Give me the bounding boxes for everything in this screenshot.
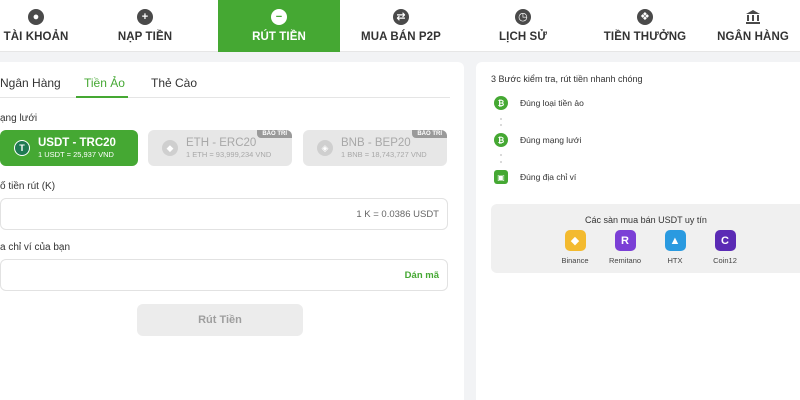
nav-tab-withdraw[interactable]: − RÚT TIỀN	[218, 0, 340, 52]
exchange-htx[interactable]: ▲ HTX	[655, 230, 695, 265]
gift-icon: ❖	[637, 9, 653, 25]
conversion-hint: 1 K = 0.0386 USDT	[356, 209, 439, 220]
exchange-name: Binance	[561, 256, 589, 265]
withdraw-submit-button[interactable]: Rút Tiền	[137, 304, 303, 336]
step-text: Đúng loại tiền ảo	[520, 98, 584, 108]
exchange-list-card: Các sàn mua bán USDT uy tín ◆ Binance R …	[491, 204, 800, 273]
nav-tab-history[interactable]: ◷ LỊCH SỬ	[462, 0, 584, 52]
steps-title: 3 Bước kiểm tra, rút tiền nhanh chóng	[491, 74, 643, 84]
nav-tab-label: MUA BÁN P2P	[361, 31, 441, 43]
exchange-name: Coin12	[713, 256, 737, 265]
tab-card[interactable]: Thẻ Cào	[151, 76, 197, 90]
network-option-usdt-trc20[interactable]: T USDT - TRC20 1 USDT = 25,937 VND	[0, 130, 138, 166]
plus-circle-icon: +	[137, 9, 153, 25]
exchange-list-title: Các sàn mua bán USDT uy tín	[585, 215, 707, 225]
nav-tab-deposit[interactable]: + NẠP TIỀN	[72, 0, 218, 52]
user-circle-icon: ●	[28, 9, 44, 25]
network-rate: 1 BNB = 18,743,727 VND	[341, 149, 427, 159]
wallet-check-icon: ▣	[494, 170, 508, 184]
bnb-icon: ◈	[317, 140, 333, 156]
amount-input[interactable]: 1 K = 0.0386 USDT	[0, 198, 448, 230]
step-connector	[500, 118, 502, 120]
top-nav: ● TÀI KHOẢN + NẠP TIỀN − RÚT TIỀN ⇄ MUA …	[0, 0, 800, 52]
ethereum-icon: ◆	[162, 140, 178, 156]
nav-tab-label: LỊCH SỬ	[499, 31, 547, 43]
clock-icon: ◷	[515, 9, 531, 25]
htx-logo-icon: ▲	[664, 230, 686, 251]
tab-crypto[interactable]: Tiền Ảo	[84, 76, 125, 90]
nav-tab-bonus[interactable]: ❖ TIỀN THƯỞNG	[584, 0, 706, 52]
nav-tab-label: NẠP TIỀN	[117, 31, 173, 43]
bank-icon	[745, 9, 761, 25]
amount-label: ố tiền rút (K)	[0, 181, 56, 192]
step-text: Đúng địa chỉ ví	[520, 172, 577, 182]
tether-icon: T	[14, 140, 30, 156]
step-item: ₿ Đúng mạng lưới	[494, 133, 581, 147]
network-name: USDT - TRC20	[38, 136, 116, 149]
nav-tab-p2p[interactable]: ⇄ MUA BÁN P2P	[340, 0, 462, 52]
exchange-remitano[interactable]: R Remitano	[605, 230, 645, 265]
nav-tab-account[interactable]: ● TÀI KHOẢN	[0, 0, 72, 52]
nav-tab-label: TÀI KHOẢN	[3, 31, 69, 43]
maintenance-badge: BẢO TRÌ	[257, 130, 292, 138]
wallet-address-label: a chỉ ví của bạn	[0, 242, 71, 253]
exchange-name: HTX	[667, 256, 683, 265]
step-connector	[500, 161, 502, 163]
remitano-logo-icon: R	[614, 230, 636, 251]
coin12-logo-icon: C	[714, 230, 736, 251]
network-label: ạng lưới	[0, 113, 38, 124]
coin-check-icon: ₿	[494, 96, 508, 110]
guide-panel: 3 Bước kiểm tra, rút tiền nhanh chóng ₿ …	[476, 62, 800, 400]
step-connector	[500, 124, 502, 126]
withdraw-method-tabs: Ngân Hàng Tiền Ảo Thẻ Cào	[0, 62, 450, 98]
binance-logo-icon: ◆	[564, 230, 586, 251]
network-rate: 1 USDT = 25,937 VND	[38, 149, 114, 159]
nav-tab-label: TIỀN THƯỞNG	[603, 31, 687, 43]
step-item: ▣ Đúng địa chỉ ví	[494, 170, 576, 184]
network-name: BNB - BEP20	[341, 136, 411, 149]
paste-button[interactable]: Dán mã	[405, 270, 439, 281]
withdraw-panel: Ngân Hàng Tiền Ảo Thẻ Cào ạng lưới T USD…	[0, 62, 464, 400]
exchange-binance[interactable]: ◆ Binance	[555, 230, 595, 265]
minus-circle-icon: −	[271, 9, 287, 25]
nav-tab-label: NGÂN HÀNG	[717, 31, 789, 43]
step-item: ₿ Đúng loại tiền ảo	[494, 96, 584, 110]
exchange-name: Remitano	[608, 256, 642, 265]
wallet-address-input[interactable]: Dán mã	[0, 259, 448, 291]
exchange-coin12[interactable]: C Coin12	[705, 230, 745, 265]
maintenance-badge: BẢO TRÌ	[412, 130, 447, 138]
network-rate: 1 ETH = 93,999,234 VND	[186, 149, 272, 159]
network-option-eth-erc20[interactable]: ◆ ETH - ERC20 1 ETH = 93,999,234 VND BẢO…	[148, 130, 292, 166]
nav-tab-bank[interactable]: NGÂN HÀNG	[706, 0, 800, 52]
step-text: Đúng mạng lưới	[520, 135, 582, 145]
network-option-bnb-bep20[interactable]: ◈ BNB - BEP20 1 BNB = 18,743,727 VND BẢO…	[303, 130, 447, 166]
network-check-icon: ₿	[494, 133, 508, 147]
network-name: ETH - ERC20	[186, 136, 257, 149]
exchange-arrows-icon: ⇄	[393, 9, 409, 25]
step-connector	[500, 154, 502, 156]
tab-bank[interactable]: Ngân Hàng	[0, 76, 61, 90]
nav-tab-label: RÚT TIỀN	[252, 31, 306, 43]
active-tab-indicator	[76, 96, 128, 98]
